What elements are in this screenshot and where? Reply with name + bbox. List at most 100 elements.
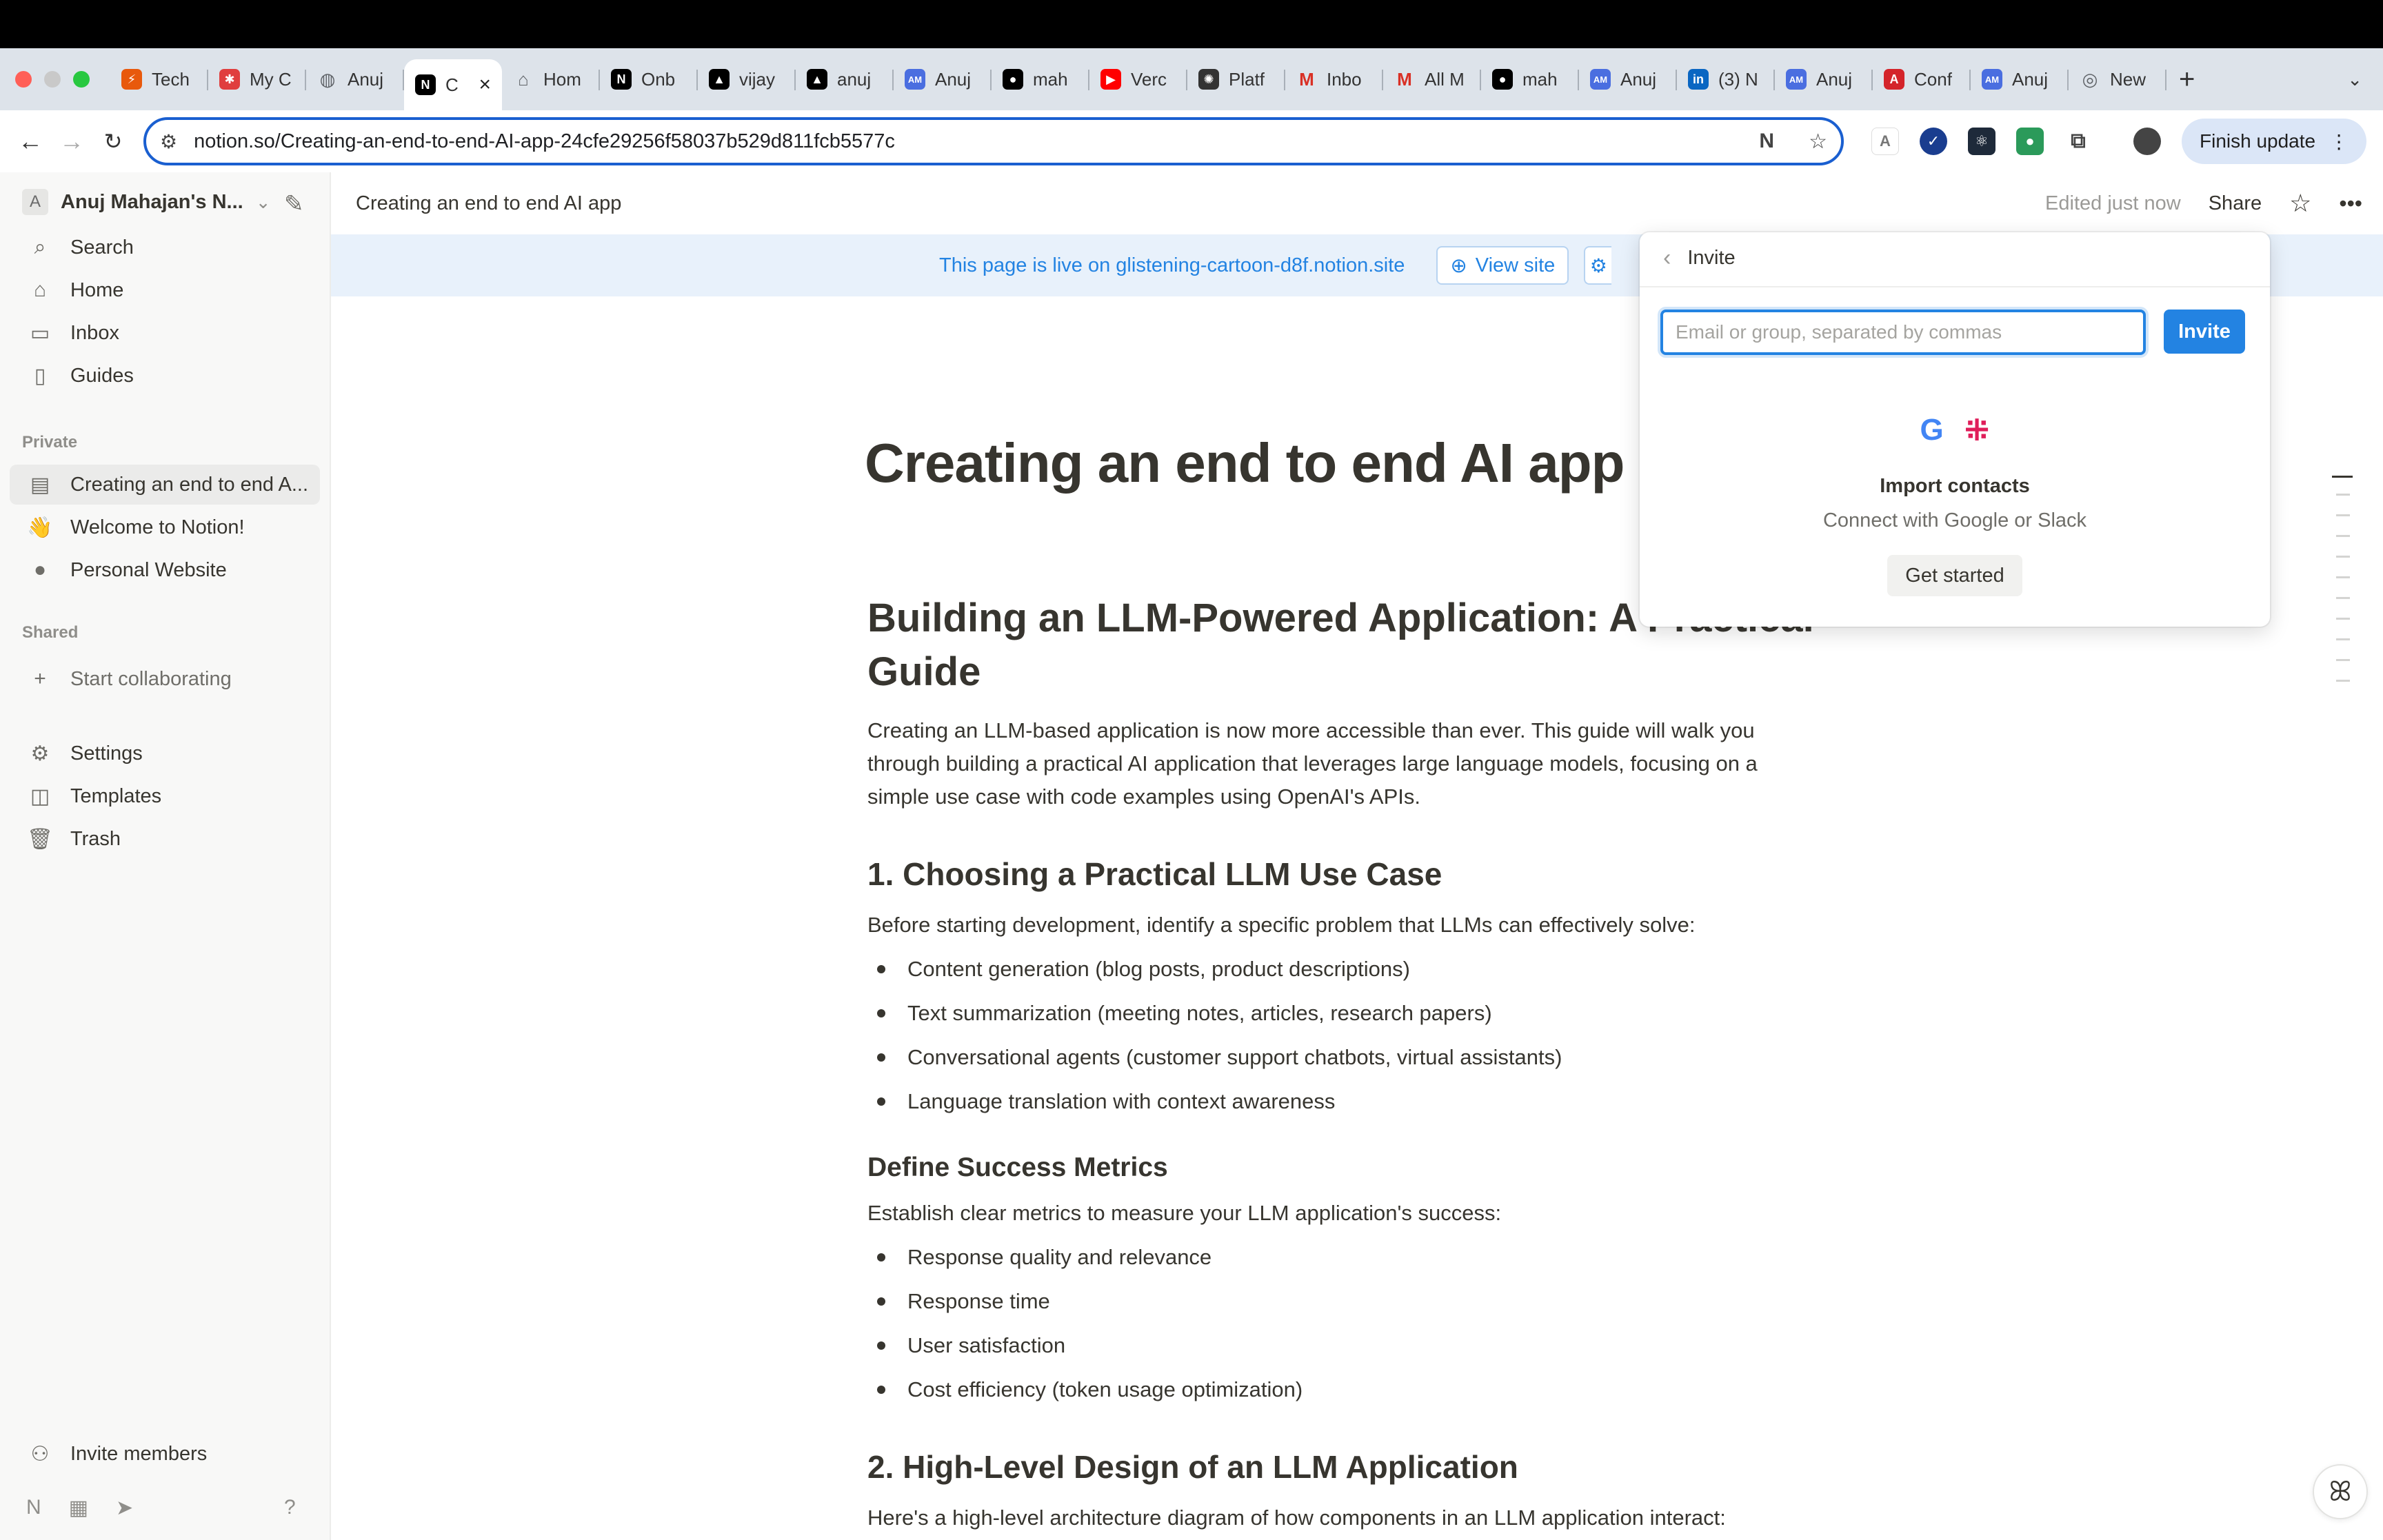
browser-tab[interactable]: N Onb xyxy=(600,57,698,101)
list-item[interactable]: Response quality and relevance xyxy=(877,1241,1211,1274)
browser-tab[interactable]: ⚡ Tech xyxy=(110,57,208,101)
google-icon[interactable]: G xyxy=(1920,413,1943,448)
sidebar-item-home[interactable]: ⌂ Home xyxy=(10,270,320,310)
chevron-left-icon[interactable]: ‹ xyxy=(1663,245,1671,272)
close-tab-icon[interactable]: × xyxy=(479,73,491,97)
browser-tab[interactable]: ◍ Anuj xyxy=(306,57,404,101)
bookmark-star-icon[interactable]: ☆ xyxy=(1809,130,1827,154)
browser-tab[interactable]: ⌂ Hom xyxy=(502,57,600,101)
invite-members-button[interactable]: ⚇ Invite members xyxy=(10,1434,320,1474)
browser-tab-label: Tech xyxy=(152,68,190,90)
send-icon[interactable]: ➤ xyxy=(116,1496,133,1520)
browser-tab[interactable]: ▲ vijay xyxy=(698,57,796,101)
browser-tab[interactable]: ● mah xyxy=(1481,57,1579,101)
new-tab-icon[interactable]: + xyxy=(2179,64,2195,95)
get-started-button[interactable]: Get started xyxy=(1887,555,2022,596)
browser-tab[interactable]: ▲ anuj xyxy=(796,57,894,101)
list-item[interactable]: User satisfaction xyxy=(877,1329,1065,1362)
calendar-icon[interactable]: ▦ xyxy=(69,1496,88,1520)
finish-update-button[interactable]: Finish update ⋮ xyxy=(2182,119,2367,164)
section-2-intro[interactable]: Here's a high-level architecture diagram… xyxy=(867,1501,1726,1534)
browser-tab[interactable]: A Conf xyxy=(1873,57,1971,101)
list-item[interactable]: Content generation (blog posts, product … xyxy=(877,953,1410,986)
share-button[interactable]: Share xyxy=(2209,192,2262,215)
breadcrumb[interactable]: Creating an end to end AI app xyxy=(356,192,621,215)
browser-tab[interactable]: ✱ My C xyxy=(208,57,306,101)
favorite-star-icon[interactable]: ☆ xyxy=(2289,189,2311,218)
browser-tab[interactable]: AM Anuj xyxy=(894,57,992,101)
notion-ai-assistant-icon[interactable]: ꕤ xyxy=(2313,1464,2368,1519)
browser-tab[interactable]: ◎ New xyxy=(2069,57,2166,101)
site-settings-icon[interactable]: ⚙ xyxy=(160,130,177,153)
extensions-puzzle-icon[interactable]: ⧉ xyxy=(2064,128,2092,155)
browser-tab-label: Onb xyxy=(641,68,676,90)
tab-search-chevron-icon[interactable]: ⌄ xyxy=(2347,69,2362,90)
sidebar-page-personal-website[interactable]: ● Personal Website xyxy=(10,550,320,590)
vercel-icon: ▲ xyxy=(709,69,730,90)
list-item[interactable]: Cost efficiency (token usage optimizatio… xyxy=(877,1373,1303,1406)
url-text[interactable]: notion.so/Creating-an-end-to-end-AI-app-… xyxy=(194,130,895,153)
invite-button[interactable]: Invite xyxy=(2164,310,2245,354)
sidebar-item-settings[interactable]: ⚙ Settings xyxy=(10,733,320,773)
heading-section-2[interactable]: 2. High-Level Design of an LLM Applicati… xyxy=(867,1450,1518,1483)
reload-icon[interactable]: ↻ xyxy=(92,128,134,154)
list-item[interactable]: Conversational agents (customer support … xyxy=(877,1041,1562,1074)
sidebar-item-templates[interactable]: ◫ Templates xyxy=(10,776,320,816)
list-item[interactable]: Language translation with context awaren… xyxy=(877,1085,1335,1118)
intro-paragraph-line1[interactable]: Creating an LLM-based application is now… xyxy=(867,714,1755,747)
profile-avatar[interactable] xyxy=(2133,128,2161,155)
browser-tab[interactable]: M Inbo xyxy=(1285,57,1383,101)
browser-tab[interactable]: M All M xyxy=(1383,57,1481,101)
sidebar-item-search[interactable]: ⌕ Search xyxy=(10,227,320,267)
minimize-window-button[interactable] xyxy=(44,71,61,88)
browser-tab-label: mah xyxy=(1033,68,1068,90)
sidebar-page-welcome[interactable]: 👋 Welcome to Notion! xyxy=(10,507,320,547)
forward-arrow-icon[interactable]: → xyxy=(51,127,92,156)
page-title[interactable]: Creating an end to end AI app xyxy=(865,436,1625,491)
start-collaborating-button[interactable]: + Start collaborating xyxy=(10,659,320,699)
extension-react-icon[interactable]: ⚛ xyxy=(1968,128,1995,155)
section-1-intro[interactable]: Before starting development, identify a … xyxy=(867,909,1695,942)
more-options-icon[interactable]: ••• xyxy=(2339,191,2362,216)
intro-paragraph-line3[interactable]: simple use case with code examples using… xyxy=(867,780,1420,813)
heading-section-1[interactable]: 1. Choosing a Practical LLM Use Case xyxy=(867,858,1442,891)
browser-tab-label: C xyxy=(445,74,459,95)
extension-a-icon[interactable]: A xyxy=(1871,128,1899,155)
browser-tab[interactable]: AM Anuj xyxy=(1971,57,2069,101)
browser-tab[interactable]: ▶ Verc xyxy=(1089,57,1187,101)
list-item[interactable]: Text summarization (meeting notes, artic… xyxy=(877,997,1492,1030)
metrics-intro[interactable]: Establish clear metrics to measure your … xyxy=(867,1197,1501,1230)
site-settings-button[interactable]: ⚙ xyxy=(1584,246,1612,285)
browser-tab[interactable]: ● mah xyxy=(992,57,1089,101)
extension-record-icon[interactable]: ● xyxy=(2016,128,2044,155)
extension-check-icon[interactable]: ✓ xyxy=(1920,128,1947,155)
slack-icon[interactable]: ⁜ xyxy=(1964,413,1990,448)
browser-tab[interactable]: AM Anuj xyxy=(1775,57,1873,101)
maximize-window-button[interactable] xyxy=(73,71,90,88)
notion-icon[interactable]: N xyxy=(26,1496,41,1520)
workspace-switcher[interactable]: A Anuj Mahajan's N... ⌄ xyxy=(22,189,271,215)
browser-tab[interactable]: N C × xyxy=(404,59,502,110)
view-site-button[interactable]: ⊕ View site xyxy=(1436,246,1569,285)
close-window-button[interactable] xyxy=(15,71,32,88)
banner-text[interactable]: This page is live on glistening-cartoon-… xyxy=(939,254,1405,277)
browser-tab[interactable]: AM Anuj xyxy=(1579,57,1677,101)
back-arrow-icon[interactable]: ← xyxy=(10,127,51,156)
sidebar-item-inbox[interactable]: ▭ Inbox xyxy=(10,313,320,353)
address-bar[interactable]: ⚙ notion.so/Creating-an-end-to-end-AI-ap… xyxy=(143,117,1844,165)
intro-paragraph-line2[interactable]: through building a practical AI applicat… xyxy=(867,747,1758,780)
heading-success-metrics[interactable]: Define Success Metrics xyxy=(867,1151,1168,1184)
sidebar-item-guides[interactable]: ▯ Guides xyxy=(10,356,320,396)
sidebar-page-creating-ai-app[interactable]: ▤ Creating an end to end A... xyxy=(10,465,320,505)
invite-email-input[interactable] xyxy=(1660,310,2146,355)
browser-tab[interactable]: ✺ Platf xyxy=(1187,57,1285,101)
window-controls xyxy=(0,71,110,88)
toc-marker xyxy=(2336,514,2350,516)
heading-building-llm-line2[interactable]: Guide xyxy=(867,645,1833,699)
list-item[interactable]: Response time xyxy=(877,1285,1050,1318)
new-page-edit-icon[interactable]: ✎ xyxy=(284,190,304,218)
browser-tab[interactable]: in (3) N xyxy=(1677,57,1775,101)
help-icon[interactable]: ? xyxy=(284,1496,296,1519)
notion-extension-icon[interactable]: N xyxy=(1759,130,1774,154)
sidebar-item-trash[interactable]: 🗑 Trash xyxy=(10,819,320,859)
